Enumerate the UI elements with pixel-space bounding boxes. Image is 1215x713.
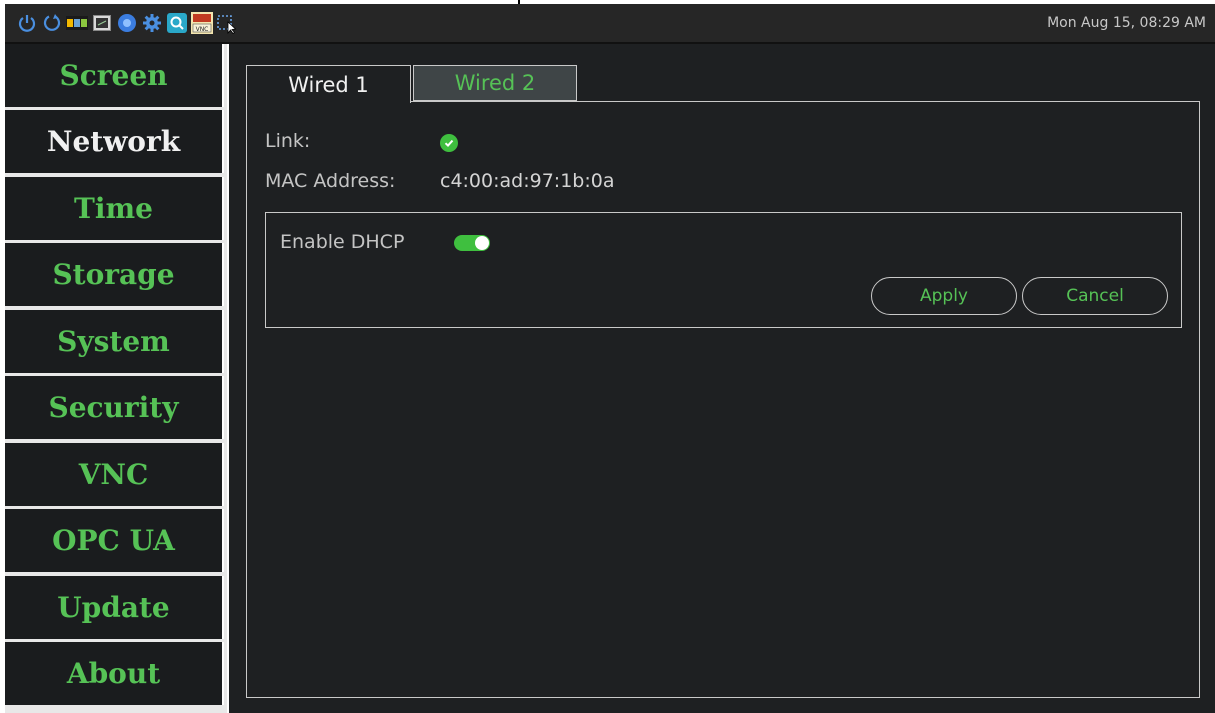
sidebar-item-network[interactable]: Network: [5, 110, 224, 173]
link-label: Link:: [265, 130, 311, 152]
refresh-icon[interactable]: [41, 12, 63, 34]
tab-content-frame: Link: MAC Address: c4:00:ad:97:1b:0a Ena…: [246, 101, 1200, 698]
power-icon[interactable]: [16, 12, 38, 34]
sidebar-item-vnc[interactable]: VNC: [5, 443, 224, 506]
sidebar-item-about[interactable]: About: [5, 642, 224, 705]
taskbar: VNC Mon Aug 15, 08:29 AM: [5, 4, 1215, 44]
dhcp-label: Enable DHCP: [280, 231, 405, 253]
taskbar-launchers: VNC: [16, 10, 238, 36]
tab-wired-1[interactable]: Wired 1: [246, 65, 411, 103]
sidebar-item-opc-ua[interactable]: OPC UA: [5, 509, 224, 572]
toggle-knob: [475, 236, 489, 250]
sidebar-item-time[interactable]: Time: [5, 177, 224, 240]
dhcp-toggle[interactable]: [454, 235, 490, 251]
sidebar-item-storage[interactable]: Storage: [5, 243, 224, 306]
nxp-logo-icon[interactable]: [66, 12, 88, 34]
tab-wired-2[interactable]: Wired 2: [413, 65, 577, 101]
terminal-icon[interactable]: [91, 12, 113, 34]
screenshot-select-icon[interactable]: [216, 12, 238, 34]
dhcp-settings-box: Enable DHCP Apply Cancel: [265, 212, 1182, 328]
network-settings-panel: Link: MAC Address: c4:00:ad:97:1b:0a Ena…: [229, 44, 1215, 713]
clock: Mon Aug 15, 08:29 AM: [1047, 15, 1206, 31]
mac-address-value: c4:00:ad:97:1b:0a: [440, 170, 615, 192]
cancel-button[interactable]: Cancel: [1022, 277, 1168, 315]
sidebar-item-update[interactable]: Update: [5, 576, 224, 639]
sidebar-item-security[interactable]: Security: [5, 376, 224, 439]
link-ok-icon: [440, 134, 458, 152]
browser-icon[interactable]: [116, 12, 138, 34]
settings-sidebar: Screen Network Time Storage System Secur…: [5, 44, 227, 713]
svg-text:VNC: VNC: [196, 26, 209, 33]
settings-gear-icon[interactable]: [141, 12, 163, 34]
mac-address-label: MAC Address:: [265, 170, 396, 192]
sidebar-item-screen[interactable]: Screen: [5, 44, 224, 107]
sidebar-item-system[interactable]: System: [5, 310, 224, 373]
tightvnc-icon[interactable]: VNC: [191, 12, 213, 34]
apply-button[interactable]: Apply: [871, 277, 1017, 315]
search-app-icon[interactable]: [166, 12, 188, 34]
